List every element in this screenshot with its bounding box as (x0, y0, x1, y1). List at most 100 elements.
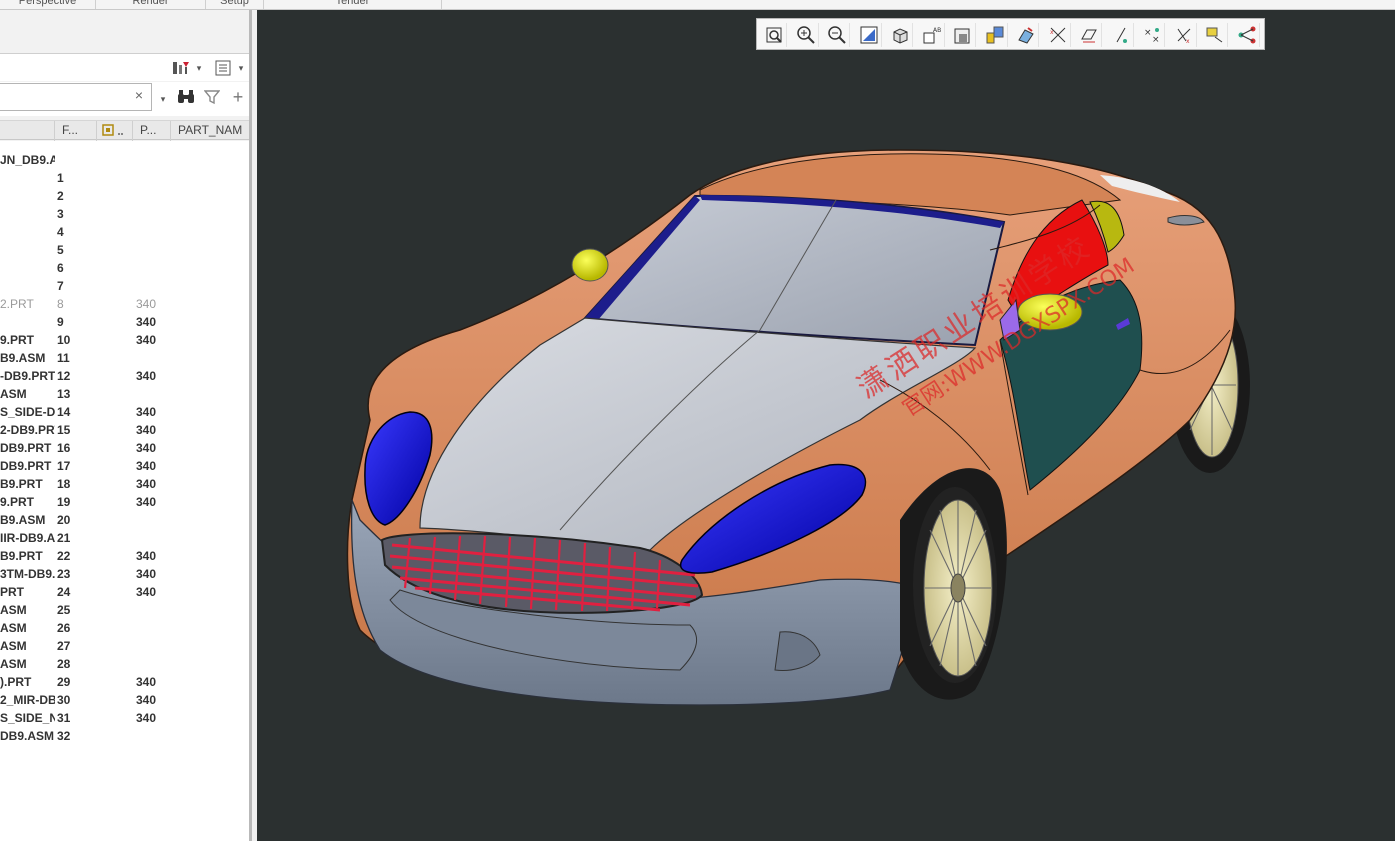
tree-row-p-value: 340 (136, 333, 157, 347)
tree-row-feature-number: 11 (57, 351, 70, 365)
tree-row-feature-number: 29 (57, 675, 71, 689)
tree-row[interactable]: B9.ASM 20 (0, 511, 250, 529)
chevron-down-icon[interactable]: ▾ (194, 59, 204, 77)
svg-text:AB: AB (933, 27, 941, 34)
zoom-in-icon[interactable] (793, 23, 819, 47)
tree-row-feature-number: 23 (57, 567, 71, 581)
tree-row-name: ASM (0, 621, 27, 635)
tree-row[interactable]: ASM 25 (0, 601, 250, 619)
tab-setup[interactable]: Setup (206, 0, 264, 9)
tree-row-p-value: 340 (136, 423, 157, 437)
tree-row-name: 2_MIR-DB (0, 693, 55, 707)
zoom-out-icon[interactable] (824, 23, 850, 47)
column-header-part-name[interactable]: PART_NAM (178, 123, 250, 137)
tree-row[interactable]: 2 (0, 187, 250, 205)
tree-row[interactable]: 9.PRT 10 340 (0, 331, 250, 349)
display-style-icon[interactable] (887, 23, 913, 47)
car-model-render[interactable] (257, 10, 1395, 841)
tree-row[interactable]: DB9.PRT 17 340 (0, 457, 250, 475)
tree-row[interactable]: JN_DB9.A (0, 151, 250, 169)
tree-row[interactable]: PRT 24 340 (0, 583, 250, 601)
tree-row-name: ASM (0, 657, 27, 671)
tree-row-feature-number: 15 (57, 423, 71, 437)
tree-row-feature-number: 2 (57, 189, 64, 203)
chevron-down-icon[interactable]: ▾ (158, 90, 168, 108)
column-header-status-icon[interactable] (101, 123, 127, 140)
tree-row[interactable]: -DB9.PRT 12 340 (0, 367, 250, 385)
tree-row[interactable]: DB9.PRT 16 340 (0, 439, 250, 457)
tree-row[interactable]: IIR-DB9.A 21 (0, 529, 250, 547)
tree-row-name: ASM (0, 603, 27, 617)
tree-row[interactable]: DB9.ASM 32 (0, 727, 250, 745)
tree-row[interactable]: 6 (0, 259, 250, 277)
tree-row[interactable]: 9 340 (0, 313, 250, 331)
tree-row[interactable]: B9.ASM 11 (0, 349, 250, 367)
named-views-icon[interactable]: AB (919, 23, 945, 47)
tree-row[interactable]: 2.PRT 8 340 (0, 295, 250, 313)
tree-row-feature-number: 31 (57, 711, 71, 725)
tree-row-feature-number: 20 (57, 513, 71, 527)
tree-row[interactable]: 2-DB9.PRT15 340 (0, 421, 250, 439)
filter-icon[interactable] (202, 89, 222, 107)
tree-row-name: DB9.PRT (0, 459, 52, 473)
tree-row[interactable]: 2_MIR-DB 30 340 (0, 691, 250, 709)
tree-row-name: ).PRT (0, 675, 32, 689)
tree-row[interactable]: ).PRT 29 340 (0, 673, 250, 691)
tree-row[interactable]: 4 (0, 223, 250, 241)
tab-render[interactable]: Render (96, 0, 206, 9)
tree-row-feature-number: 1 (57, 171, 64, 185)
tree-row[interactable]: 9.PRT 19 340 (0, 493, 250, 511)
clear-icon[interactable]: × (132, 87, 146, 103)
tree-row[interactable]: 1 (0, 169, 250, 187)
point-display-icon[interactable]: × × (1139, 23, 1165, 47)
tree-row-p-value: 340 (136, 567, 157, 581)
find-binoculars-icon[interactable] (176, 89, 196, 107)
tree-row[interactable]: 3 (0, 205, 250, 223)
datum-display-icon[interactable]: x (1045, 23, 1071, 47)
repaint-icon[interactable] (856, 23, 882, 47)
view-manager-icon[interactable] (982, 23, 1008, 47)
tree-row-name: PRT (0, 585, 24, 599)
tree-columns-icon[interactable] (212, 59, 234, 77)
tree-row[interactable]: S_SIDE-DI 14 340 (0, 403, 250, 421)
tree-row-name: DB9.PRT (0, 441, 52, 455)
tree-row[interactable]: ASM 28 (0, 655, 250, 673)
column-header-p[interactable]: P... (140, 123, 166, 137)
tree-row[interactable]: ASM 13 (0, 385, 250, 403)
column-header-f[interactable]: F... (62, 123, 92, 137)
tree-search-row: × ▾ + (0, 82, 252, 116)
plane-display-icon[interactable] (1076, 23, 1102, 47)
tree-row-name: 9.PRT (0, 495, 35, 509)
tab-tender[interactable]: Tender (264, 0, 442, 9)
tree-row[interactable]: 3TM-DB9. 23 340 (0, 565, 250, 583)
tree-row[interactable]: S_SIDE_N 31 340 (0, 709, 250, 727)
graphics-viewport[interactable]: 潇洒职业培训学校 官网:WWW.DGXSPX.COM (257, 10, 1395, 841)
saved-orientations-icon[interactable] (950, 23, 976, 47)
csys-display-icon[interactable]: x (1171, 23, 1197, 47)
perspective-icon[interactable] (1013, 23, 1039, 47)
refit-icon[interactable] (761, 23, 787, 47)
tree-row[interactable]: ASM 26 (0, 619, 250, 637)
tree-row-feature-number: 4 (57, 225, 64, 239)
panel-splitter[interactable] (249, 10, 252, 841)
front-wheel (900, 468, 1007, 700)
chevron-down-icon[interactable]: ▾ (236, 59, 246, 77)
tree-row[interactable]: B9.PRT 22 340 (0, 547, 250, 565)
tab-perspective[interactable]: Perspective (0, 0, 96, 9)
tree-row-name: DB9.ASM (0, 729, 55, 743)
tree-search-input[interactable] (0, 83, 152, 111)
tree-row-p-value: 340 (136, 495, 157, 509)
tree-row-name: ASM (0, 639, 27, 653)
tree-row[interactable]: B9.PRT 18 340 (0, 475, 250, 493)
tree-row-p-value: 340 (136, 459, 157, 473)
tree-row-feature-number: 22 (57, 549, 71, 563)
add-icon[interactable]: + (228, 88, 248, 106)
spin-center-icon[interactable] (1234, 23, 1260, 47)
tree-settings-icon[interactable] (170, 59, 192, 77)
axis-display-icon[interactable] (1108, 23, 1134, 47)
tree-row[interactable]: 7 (0, 277, 250, 295)
tree-row[interactable]: 5 (0, 241, 250, 259)
tree-row-feature-number: 10 (57, 333, 71, 347)
annotation-display-icon[interactable] (1202, 23, 1228, 47)
tree-row[interactable]: ASM 27 (0, 637, 250, 655)
